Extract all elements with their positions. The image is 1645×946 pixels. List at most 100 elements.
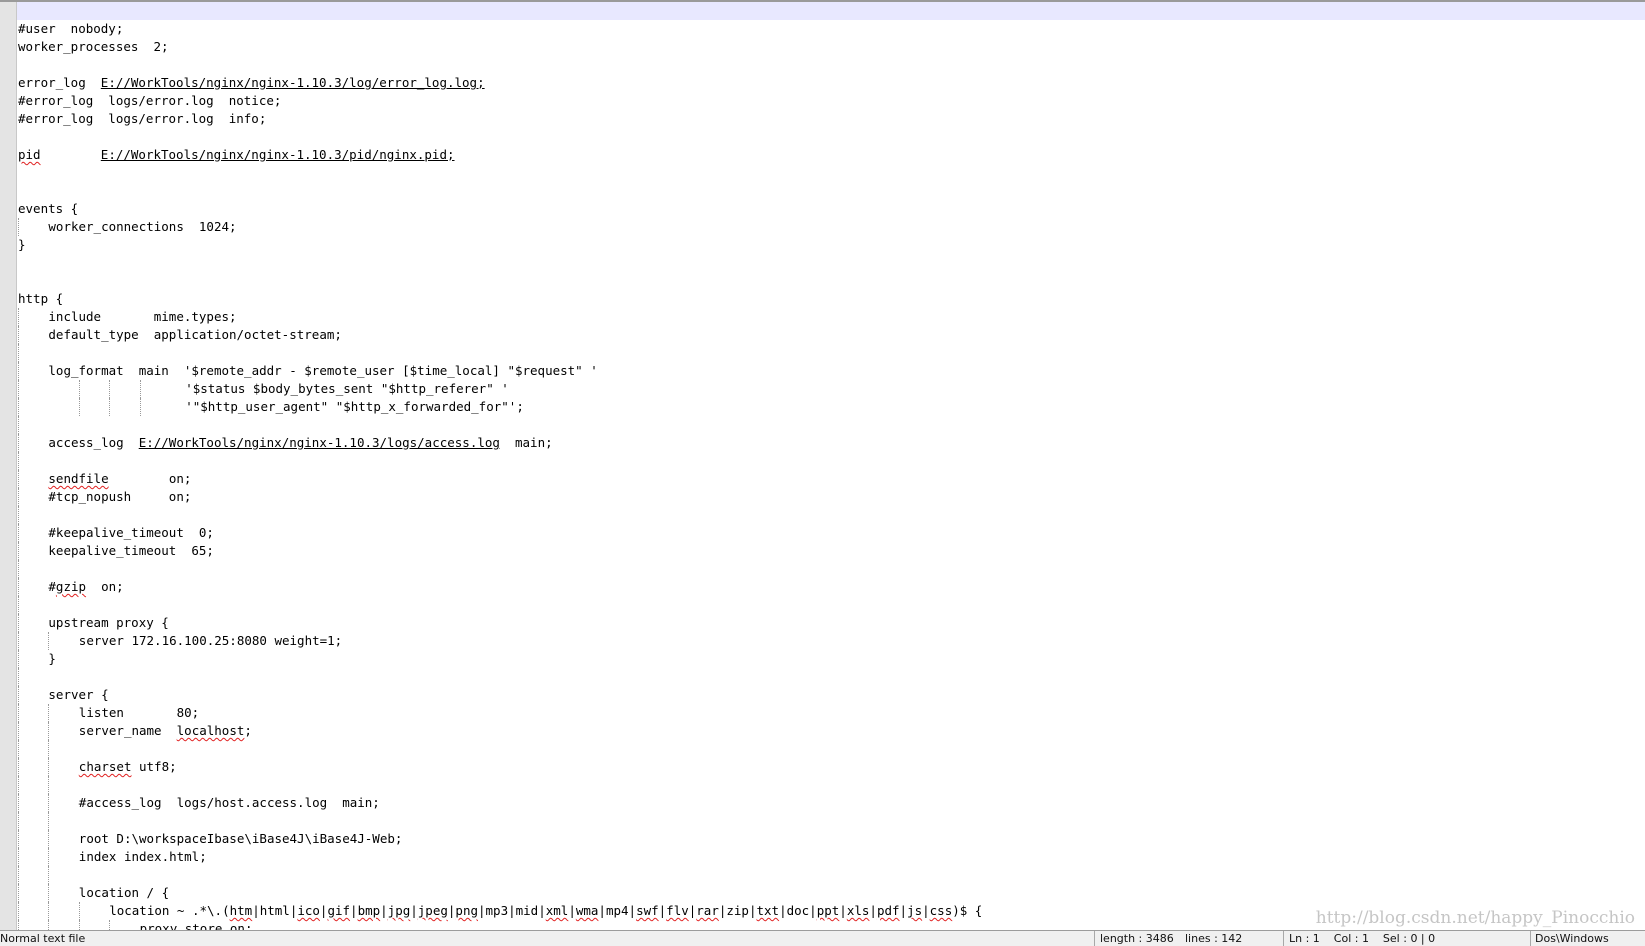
indent-guide — [78, 398, 80, 416]
code-line[interactable] — [18, 164, 1645, 182]
indent-guide — [109, 398, 111, 416]
code-text: location ~ .*\.(htm|html|ico|gif|bmp|jpg… — [109, 902, 982, 920]
indent-guide — [18, 596, 19, 614]
code-line[interactable]: default_type application/octet-stream; — [18, 326, 1645, 344]
indent-guide — [18, 488, 19, 506]
code-line[interactable]: #gzip on; — [18, 578, 1645, 596]
indent-guide — [18, 416, 19, 434]
code-line[interactable] — [18, 182, 1645, 200]
code-line[interactable]: server_name localhost; — [18, 722, 1645, 740]
code-line[interactable]: location / { — [18, 884, 1645, 902]
code-line[interactable]: include mime.types; — [18, 308, 1645, 326]
code-line[interactable]: '$status $body_bytes_sent "$http_referer… — [18, 380, 1645, 398]
spellcheck-word: js — [907, 903, 923, 918]
code-line[interactable] — [18, 812, 1645, 830]
indent-guide — [18, 326, 19, 344]
code-line[interactable]: #tcp_nopush on; — [18, 488, 1645, 506]
code-line[interactable] — [18, 56, 1645, 74]
code-line[interactable] — [18, 776, 1645, 794]
spellcheck-word: xml — [545, 903, 569, 918]
spellcheck-word: jpg — [387, 903, 411, 918]
status-length: length : 3486 — [1100, 932, 1174, 945]
code-line[interactable]: sendfile on; — [18, 470, 1645, 488]
code-line[interactable]: #error_log logs/error.log info; — [18, 110, 1645, 128]
line-margin — [0, 2, 17, 930]
code-token: utf8; — [131, 759, 177, 774]
indent-guide — [18, 776, 19, 794]
code-line[interactable]: error_log E://WorkTools/nginx/nginx-1.10… — [18, 74, 1645, 92]
text-editor[interactable]: #user nobody; worker_processes 2; error_lo… — [0, 0, 1645, 930]
code-text: '"$http_user_agent" "$http_x_forwarded_f… — [185, 398, 524, 416]
code-token: server 172.16.100.25:8080 weight=1; — [78, 633, 343, 648]
spellcheck-word: png — [455, 903, 478, 918]
code-line[interactable] — [18, 560, 1645, 578]
code-text: pid E://WorkTools/nginx/nginx-1.10.3/pid… — [18, 146, 455, 164]
code-line[interactable]: index index.html; — [18, 848, 1645, 866]
code-text: worker_connections 1024; — [48, 218, 236, 236]
code-token: )$ { — [952, 903, 983, 918]
code-line[interactable] — [18, 452, 1645, 470]
code-line[interactable] — [18, 128, 1645, 146]
code-line[interactable] — [18, 344, 1645, 362]
code-line[interactable]: events { — [18, 200, 1645, 218]
code-line[interactable]: server 172.16.100.25:8080 weight=1; — [18, 632, 1645, 650]
code-token: main; — [499, 435, 553, 450]
spellcheck-word: localhost — [176, 723, 245, 738]
spellcheck-word: ppt — [816, 903, 840, 918]
code-line[interactable] — [18, 416, 1645, 434]
code-line[interactable]: worker_processes 2; — [18, 38, 1645, 56]
code-token: log_format main '$remote_addr - $remote_… — [48, 363, 598, 378]
code-token: location / { — [78, 885, 170, 900]
indent-guide — [18, 308, 19, 326]
code-line[interactable] — [18, 272, 1645, 290]
indent-guide — [18, 398, 19, 416]
code-line[interactable]: listen 80; — [18, 704, 1645, 722]
code-line[interactable] — [18, 506, 1645, 524]
code-text: '$status $body_bytes_sent "$http_referer… — [185, 380, 509, 398]
status-divider — [1094, 931, 1095, 946]
code-text: http { — [18, 290, 63, 308]
code-token: on; — [108, 471, 192, 486]
code-line[interactable]: pid E://WorkTools/nginx/nginx-1.10.3/pid… — [18, 146, 1645, 164]
code-area[interactable]: #user nobody; worker_processes 2; error_lo… — [18, 20, 1645, 930]
code-line[interactable]: } — [18, 650, 1645, 668]
code-token: |html| — [252, 903, 298, 918]
code-line[interactable]: log_format main '$remote_addr - $remote_… — [18, 362, 1645, 380]
spellcheck-word: pid — [18, 147, 41, 162]
code-line[interactable]: root D:\workspaceIbase\iBase4J\iBase4J-W… — [18, 830, 1645, 848]
code-line[interactable]: #keepalive_timeout 0; — [18, 524, 1645, 542]
code-text: proxy_store on; — [140, 920, 253, 930]
code-token: worker_processes 2; — [18, 39, 169, 54]
code-text: } — [48, 650, 56, 668]
code-token: on; — [86, 579, 124, 594]
code-line[interactable]: worker_connections 1024; — [18, 218, 1645, 236]
indent-guide — [139, 380, 141, 398]
code-line[interactable] — [18, 866, 1645, 884]
code-text: access_log E://WorkTools/nginx/nginx-1.1… — [48, 434, 552, 452]
code-token: server { — [48, 687, 109, 702]
indent-guide — [18, 704, 19, 722]
code-line[interactable] — [18, 254, 1645, 272]
code-line[interactable]: '"$http_user_agent" "$http_x_forwarded_f… — [18, 398, 1645, 416]
status-divider — [1530, 931, 1531, 946]
code-line[interactable]: keepalive_timeout 65; — [18, 542, 1645, 560]
code-token: include mime.types; — [48, 309, 237, 324]
path-token: E://WorkTools/nginx/nginx-1.10.3/pid/ngi… — [100, 147, 455, 162]
code-text: include mime.types; — [48, 308, 236, 326]
code-line[interactable]: #access_log logs/host.access.log main; — [18, 794, 1645, 812]
code-line[interactable] — [18, 740, 1645, 758]
code-line[interactable]: upstream proxy { — [18, 614, 1645, 632]
indent-guide — [78, 902, 80, 920]
code-line[interactable]: } — [18, 236, 1645, 254]
code-token: default_type application/octet-stream; — [48, 327, 342, 342]
code-line[interactable]: access_log E://WorkTools/nginx/nginx-1.1… — [18, 434, 1645, 452]
code-line[interactable]: server { — [18, 686, 1645, 704]
code-token: error_log — [18, 75, 101, 90]
code-line[interactable]: http { — [18, 290, 1645, 308]
indent-guide — [18, 542, 19, 560]
code-line[interactable]: charset utf8; — [18, 758, 1645, 776]
code-line[interactable] — [18, 668, 1645, 686]
code-line[interactable] — [18, 596, 1645, 614]
code-line[interactable]: #error_log logs/error.log notice; — [18, 92, 1645, 110]
code-line[interactable]: #user nobody; — [18, 20, 1645, 38]
